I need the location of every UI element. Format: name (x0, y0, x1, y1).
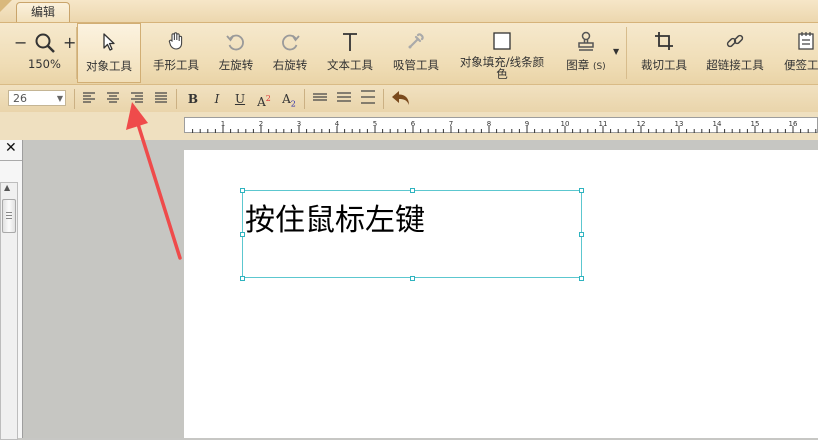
annotation-arrow-icon (126, 102, 182, 260)
